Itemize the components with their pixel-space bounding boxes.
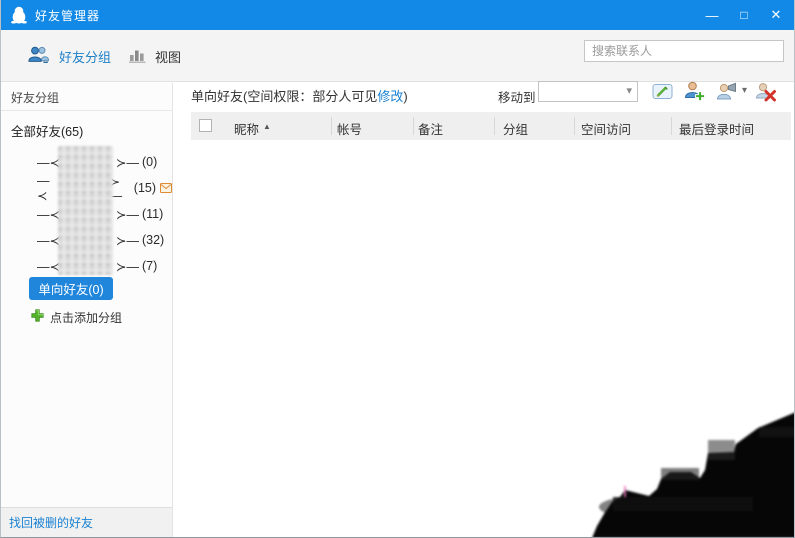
one-way-friends-item-selected[interactable]: 单向好友(0) <box>29 277 113 300</box>
bar-chart-icon <box>128 47 146 66</box>
search-input[interactable] <box>584 40 784 62</box>
recommend-dropdown-arrow[interactable]: ▾ <box>742 85 747 96</box>
group-count: (11) <box>141 207 164 221</box>
title-bar: 好友管理器 — □ ✕ <box>1 0 794 30</box>
group-name-prefix: —≺ <box>37 207 60 222</box>
group-name-suffix: ≻— <box>115 233 139 248</box>
sort-ascending-icon: ▲ <box>263 122 271 131</box>
column-header-remark[interactable]: 备注 <box>418 119 443 138</box>
chevron-down-icon: ▾ <box>626 85 632 97</box>
group-name-suffix: ≻— <box>115 259 139 274</box>
redacted-group-names-overlay <box>58 146 113 275</box>
sidebar-header: 好友分组 <box>11 91 60 105</box>
group-name-suffix: ≻— <box>115 207 139 222</box>
column-header-space-visit[interactable]: 空间访问 <box>581 119 631 138</box>
qq-penguin-icon <box>11 6 27 24</box>
column-divider <box>413 117 414 135</box>
window-controls: — □ ✕ <box>696 0 792 30</box>
close-button[interactable]: ✕ <box>760 0 792 30</box>
column-divider <box>331 117 332 135</box>
column-divider <box>574 117 575 135</box>
edit-remark-button[interactable] <box>651 80 675 103</box>
section-header-text: 单向好友(空间权限：部分人可见 <box>191 89 378 104</box>
all-friends-label: 全部好友(65) <box>11 125 84 139</box>
sidebar: 好友分组 全部好友(65) —≺ ≻— (0) —≺ ≻— (15) —≺ ≻— (1… <box>1 83 173 537</box>
delete-friend-button[interactable] <box>754 80 778 103</box>
group-count: (7) <box>141 259 158 273</box>
column-header-nickname[interactable]: 昵称 <box>234 119 259 138</box>
group-count: (32) <box>141 233 165 247</box>
move-to-dropdown[interactable]: ▾ <box>538 81 638 102</box>
green-plus-icon <box>31 309 44 325</box>
add-group-button[interactable]: 点击添加分组 <box>31 307 122 327</box>
group-count: (15) <box>133 181 157 195</box>
column-header-account[interactable]: 帐号 <box>337 119 362 138</box>
group-name-prefix: —≺ <box>37 233 60 248</box>
window-title: 好友管理器 <box>35 8 101 23</box>
table-header-row: 昵称 ▲ 帐号 备注 分组 空间访问 最后登录时间 <box>191 112 791 140</box>
new-message-envelope-icon[interactable] <box>160 183 173 193</box>
recommend-friend-button[interactable] <box>715 80 739 103</box>
select-all-checkbox[interactable] <box>199 119 212 132</box>
column-header-last-login[interactable]: 最后登录时间 <box>679 119 754 138</box>
group-count: (0) <box>141 155 158 169</box>
maximize-button[interactable]: □ <box>728 0 760 30</box>
add-group-label: 点击添加分组 <box>50 310 123 325</box>
toolbar: 好友分组 视图 <box>1 30 794 82</box>
section-header-close-paren: ) <box>403 89 408 104</box>
column-divider <box>494 117 495 135</box>
group-name-prefix: —≺ <box>37 155 60 170</box>
tab-friend-groups[interactable]: 好友分组 <box>28 40 111 72</box>
friend-manager-window: 好友管理器 — □ ✕ 好友分组 视图 搜索联系人 好友分组 全部好友(65) … <box>0 0 795 538</box>
section-header: 单向好友(空间权限：部分人可见修改) <box>191 86 408 105</box>
add-friend-button[interactable] <box>683 80 707 103</box>
tab-friend-groups-label: 好友分组 <box>59 49 112 65</box>
modify-permission-link[interactable]: 修改 <box>377 89 403 104</box>
column-divider <box>671 117 672 135</box>
sidebar-divider <box>1 110 173 111</box>
tab-view-label: 视图 <box>155 49 182 65</box>
move-to-label: 移动到 <box>498 91 536 105</box>
group-name-prefix: —≺ <box>37 259 60 274</box>
sidebar-bottom-bar: 找回被删的好友 <box>1 507 172 537</box>
tab-view[interactable]: 视图 <box>128 40 181 72</box>
column-header-group[interactable]: 分组 <box>503 119 528 138</box>
minimize-button[interactable]: — <box>696 0 728 30</box>
recover-deleted-friends-link[interactable]: 找回被删的好友 <box>9 508 93 537</box>
group-name-suffix: ≻— <box>115 155 139 170</box>
group-name-prefix: —≺ <box>37 173 50 203</box>
friend-groups-icon <box>28 46 50 66</box>
